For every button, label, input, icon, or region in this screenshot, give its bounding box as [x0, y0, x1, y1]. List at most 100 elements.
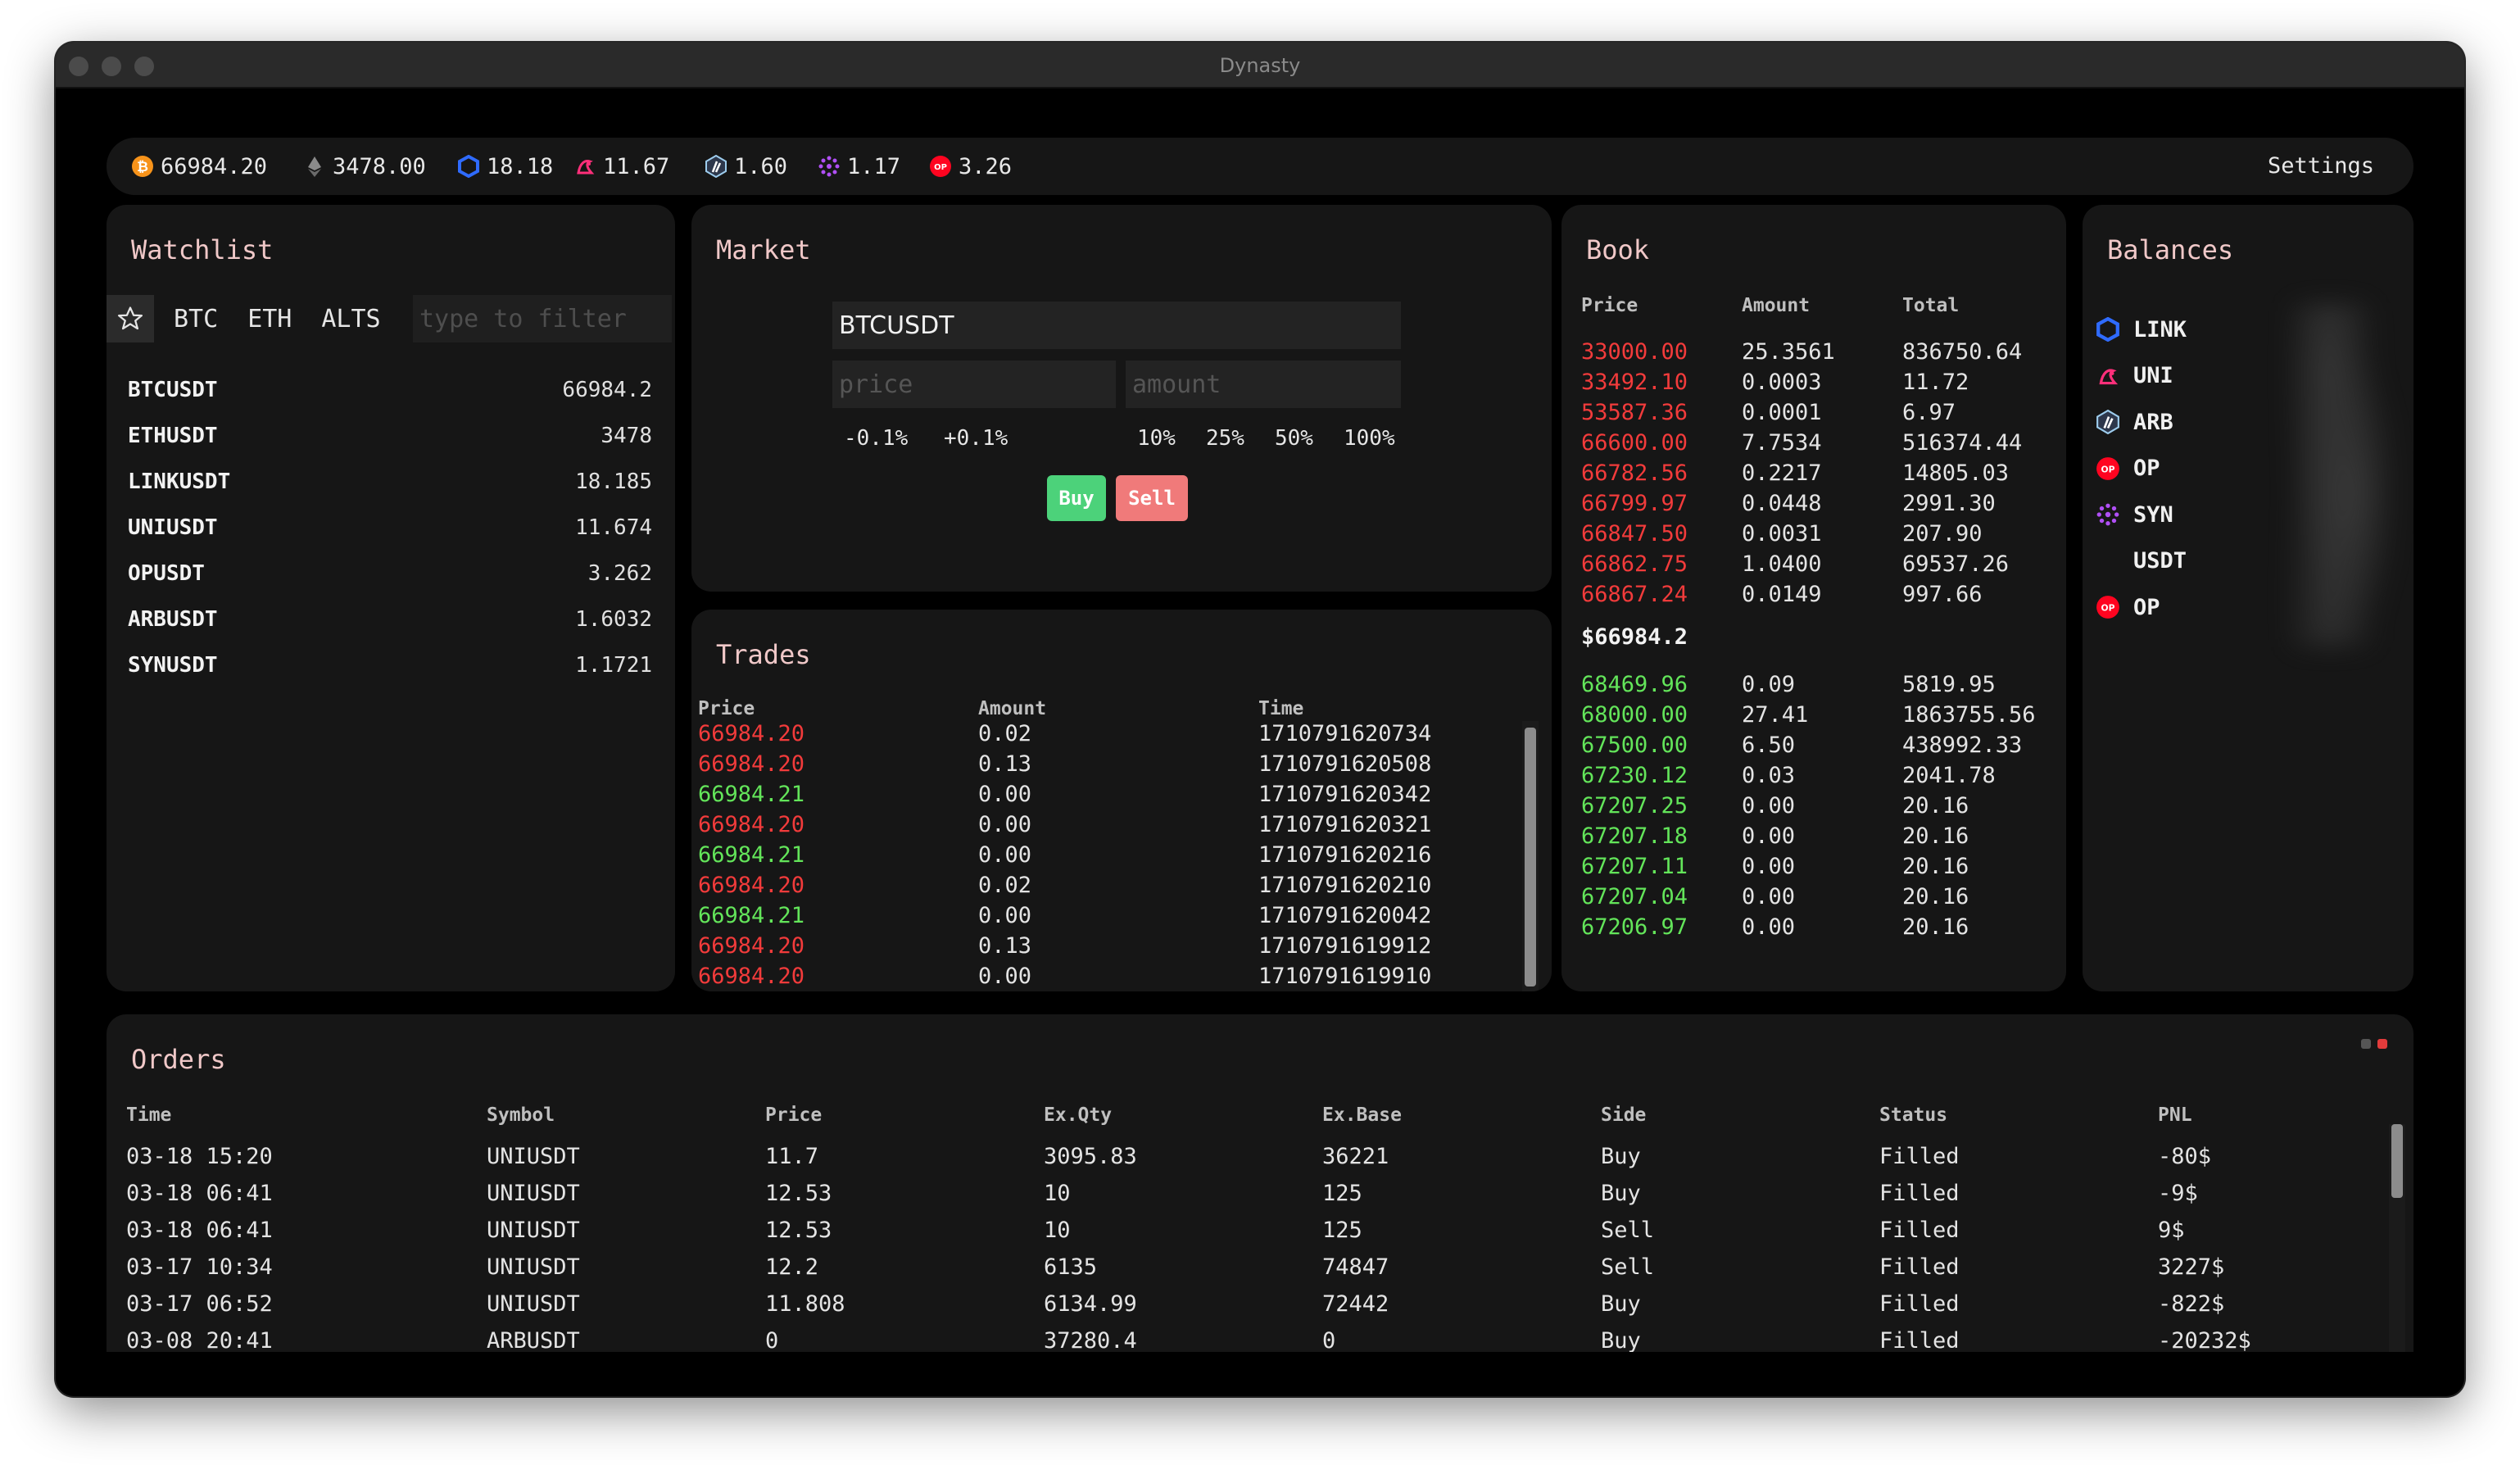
ticker-uni[interactable]: 11.67: [573, 138, 669, 195]
trade-price: 66984.20: [698, 933, 805, 959]
trades-panel: Trades Price Amount Time 66984.20 0.02 171…: [691, 610, 1552, 991]
order-cell: 37280.4: [1044, 1328, 1137, 1352]
amount-50-button[interactable]: 50%: [1275, 426, 1313, 451]
book-amount: 1.0400: [1742, 551, 1822, 577]
watchlist-price: 18.185: [575, 469, 652, 494]
tab-btc[interactable]: BTC: [174, 305, 218, 333]
order-cell: 03-17 10:34: [126, 1254, 273, 1280]
balance-row[interactable]: OP OP: [2094, 584, 2160, 630]
balance-row[interactable]: OP OP: [2094, 446, 2160, 492]
bitcoin-icon: ₿: [131, 155, 154, 178]
tab-eth[interactable]: ETH: [247, 305, 292, 333]
order-cell: Buy: [1601, 1328, 1641, 1352]
book-total: 6.97: [1902, 400, 1956, 425]
orders-col-side: Side: [1601, 1104, 1647, 1126]
amount-25-button[interactable]: 25%: [1206, 426, 1244, 451]
symbol-input[interactable]: [832, 302, 1401, 349]
ticker-value: 1.60: [734, 153, 788, 179]
watchlist-price: 3.262: [587, 561, 652, 586]
ticker-arb[interactable]: 1.60: [705, 138, 787, 195]
watchlist-row[interactable]: SYNUSDT 1.1721: [128, 642, 652, 688]
trades-scrollbar[interactable]: [1522, 721, 1539, 991]
book-price: 66862.75: [1581, 551, 1688, 577]
watchlist-row[interactable]: OPUSDT 3.262: [128, 551, 652, 596]
book-col-price: Price: [1581, 295, 1638, 316]
trade-price: 66984.21: [698, 782, 805, 807]
trade-price: 66984.20: [698, 873, 805, 898]
book-amount: 0.0448: [1742, 491, 1822, 516]
favorites-tab[interactable]: [107, 295, 154, 342]
order-cell: Filled: [1879, 1291, 1960, 1317]
order-cell: 03-18 06:41: [126, 1218, 273, 1243]
book-mid-price: $66984.2: [1581, 624, 1688, 650]
book-col-total: Total: [1902, 295, 1960, 316]
ticker-link[interactable]: 18.18: [457, 138, 553, 195]
balance-row[interactable]: ARB: [2094, 399, 2173, 445]
sell-button[interactable]: Sell: [1116, 475, 1188, 521]
trade-price: 66984.20: [698, 721, 805, 746]
ticker-eth[interactable]: 3478.00: [303, 138, 426, 195]
book-amount: 0.0149: [1742, 582, 1822, 607]
watchlist-symbol: LINKUSDT: [128, 469, 231, 494]
watchlist-symbol: UNIUSDT: [128, 515, 218, 540]
watchlist-row[interactable]: ARBUSDT 1.6032: [128, 596, 652, 642]
watchlist-symbol: OPUSDT: [128, 561, 205, 586]
order-cell: Sell: [1601, 1218, 1655, 1243]
balance-row[interactable]: USDT: [2094, 538, 2187, 584]
ticker-value: 3478.00: [333, 153, 426, 179]
order-cell: 11.7: [765, 1144, 819, 1169]
amount-input[interactable]: [1126, 361, 1401, 408]
order-cell: Sell: [1601, 1254, 1655, 1280]
order-cell: 125: [1322, 1218, 1362, 1243]
watchlist-row[interactable]: LINKUSDT 18.185: [128, 459, 652, 505]
price-minus-button[interactable]: -0.1%: [844, 426, 908, 451]
balance-symbol: ARB: [2133, 409, 2173, 435]
orders-scrollbar[interactable]: [2389, 1124, 2405, 1352]
book-amount: 0.0003: [1742, 370, 1822, 395]
svg-text:OP: OP: [2101, 602, 2115, 613]
order-cell: UNIUSDT: [487, 1218, 580, 1243]
settings-button[interactable]: Settings: [2268, 138, 2374, 195]
balance-row[interactable]: LINK: [2094, 306, 2187, 352]
watchlist-row[interactable]: UNIUSDT 11.674: [128, 505, 652, 551]
order-cell: 03-18 06:41: [126, 1181, 273, 1206]
ticker-value: 3.26: [959, 153, 1013, 179]
book-total: 2041.78: [1902, 763, 1996, 788]
orders-panel: Orders Time Symbol Price Ex.Qty Ex.Base Side S…: [107, 1014, 2413, 1352]
trade-time: 1710791620216: [1258, 842, 1432, 868]
orders-col-ex-qty: Ex.Qty: [1044, 1104, 1113, 1126]
ticker-btc[interactable]: ₿ 66984.20: [131, 138, 267, 195]
watchlist-price: 66984.2: [562, 378, 652, 402]
price-plus-button[interactable]: +0.1%: [944, 426, 1008, 451]
trades-scroll-thumb[interactable]: [1525, 728, 1536, 986]
watchlist-row[interactable]: BTCUSDT 66984.2: [128, 367, 652, 413]
book-total: 5819.95: [1902, 672, 1996, 697]
balances-panel: Balances LINK UNI ARB OP OP SYN USDT OP OP: [2083, 205, 2413, 991]
ticker-value: 18.18: [487, 153, 554, 179]
trade-time: 1710791620342: [1258, 782, 1432, 807]
price-input[interactable]: [832, 361, 1116, 408]
order-cell: 0: [1322, 1328, 1336, 1352]
ticker-syn[interactable]: 1.17: [818, 138, 900, 195]
order-cell: 3227$: [2158, 1254, 2225, 1280]
orders-title: Orders: [131, 1044, 226, 1075]
order-cell: Buy: [1601, 1144, 1641, 1169]
amount-100-button[interactable]: 100%: [1344, 426, 1395, 451]
trade-price: 66984.21: [698, 903, 805, 928]
tab-alts[interactable]: ALTS: [321, 305, 380, 333]
orders-scroll-thumb[interactable]: [2391, 1124, 2403, 1198]
order-cell: UNIUSDT: [487, 1144, 580, 1169]
ticker-op[interactable]: OP 3.26: [929, 138, 1012, 195]
optimism-icon: OP: [929, 155, 952, 178]
watchlist-row[interactable]: ETHUSDT 3478: [128, 413, 652, 459]
buy-button[interactable]: Buy: [1047, 475, 1106, 521]
app-window: Dynasty ₿ 66984.20 3478.00 18.18 11.67 1…: [56, 43, 2464, 1396]
balance-row[interactable]: SYN: [2094, 492, 2173, 537]
balance-row[interactable]: UNI: [2094, 353, 2173, 399]
order-cell: 74847: [1322, 1254, 1389, 1280]
order-cell: 12.2: [765, 1254, 819, 1280]
amount-10-button[interactable]: 10%: [1137, 426, 1176, 451]
chainlink-icon: [457, 155, 480, 178]
uniswap-icon: [2094, 362, 2122, 390]
watchlist-filter-input[interactable]: [413, 295, 672, 342]
